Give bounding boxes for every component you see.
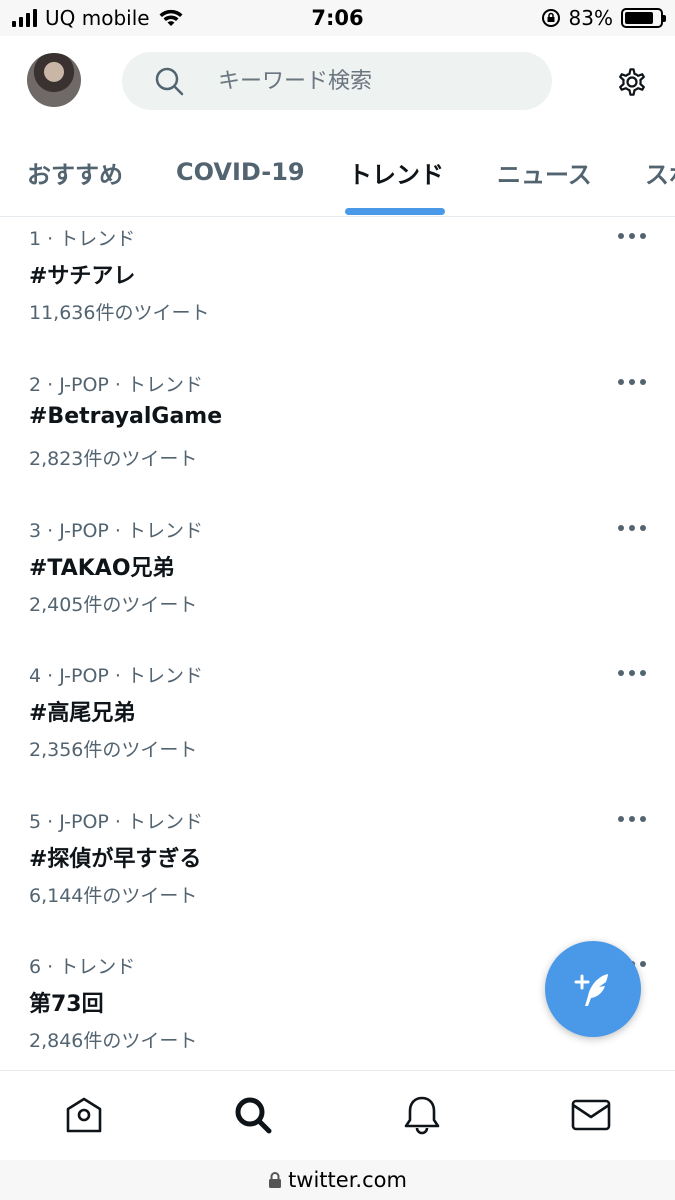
avatar[interactable] bbox=[27, 53, 81, 107]
trend-tweet-count: 2,405件のツイート bbox=[29, 594, 198, 616]
status-bar: UQ mobile 7:06 83% bbox=[0, 0, 675, 36]
url-domain: twitter.com bbox=[288, 1168, 407, 1192]
trend-name: 第73回 bbox=[29, 992, 104, 1017]
bottom-navigation bbox=[0, 1070, 675, 1160]
active-tab-indicator bbox=[345, 208, 445, 215]
search-box[interactable] bbox=[122, 52, 552, 110]
trend-meta: 3 · J-POP · トレンド bbox=[29, 520, 203, 542]
trend-name: #高尾兄弟 bbox=[29, 701, 136, 726]
lock-icon bbox=[269, 1172, 282, 1188]
trend-name: #BetrayalGame bbox=[29, 404, 223, 429]
tab-trending[interactable]: トレンド bbox=[348, 128, 444, 216]
trend-meta: 1 · トレンド bbox=[29, 228, 136, 250]
search-input[interactable] bbox=[218, 52, 518, 110]
more-options-icon[interactable] bbox=[618, 231, 646, 241]
explore-tabs: おすすめ COVID-19 トレンド ニュース スポ bbox=[0, 128, 675, 217]
trend-item[interactable]: 4 · J-POP · トレンド #高尾兄弟 2,356件のツイート bbox=[0, 655, 675, 801]
nav-notifications-button[interactable] bbox=[400, 1093, 444, 1137]
gear-icon[interactable] bbox=[614, 64, 650, 100]
battery-icon bbox=[621, 8, 666, 28]
search-icon bbox=[235, 1097, 272, 1134]
tab-recommended[interactable]: おすすめ bbox=[27, 128, 123, 216]
browser-url-bar[interactable]: twitter.com bbox=[0, 1160, 675, 1200]
trend-item[interactable]: 2 · J-POP · トレンド #BetrayalGame 2,823件のツイ… bbox=[0, 364, 675, 510]
home-icon bbox=[66, 1097, 102, 1133]
tab-sports[interactable]: スポ bbox=[645, 128, 675, 216]
trend-name: #TAKAO兄弟 bbox=[29, 556, 175, 581]
more-options-icon[interactable] bbox=[618, 523, 646, 533]
status-bar-right: 83% bbox=[541, 6, 666, 30]
top-header bbox=[0, 36, 675, 128]
trend-tweet-count: 2,356件のツイート bbox=[29, 739, 198, 761]
trend-meta: 6 · トレンド bbox=[29, 956, 136, 978]
search-icon bbox=[155, 67, 184, 96]
more-options-icon[interactable] bbox=[618, 377, 646, 387]
more-options-icon[interactable] bbox=[618, 668, 646, 678]
nav-messages-button[interactable] bbox=[569, 1093, 613, 1137]
trend-tweet-count: 2,823件のツイート bbox=[29, 448, 198, 470]
trend-name: #サチアレ bbox=[29, 264, 136, 289]
trend-meta: 5 · J-POP · トレンド bbox=[29, 811, 203, 833]
trend-tweet-count: 6,144件のツイート bbox=[29, 885, 198, 907]
compose-tweet-icon bbox=[574, 974, 608, 1006]
battery-percent: 83% bbox=[568, 6, 613, 30]
bell-icon bbox=[404, 1096, 440, 1135]
more-options-icon[interactable] bbox=[618, 814, 646, 824]
mail-icon bbox=[571, 1099, 611, 1131]
rotation-lock-icon bbox=[541, 9, 560, 27]
nav-home-button[interactable] bbox=[62, 1093, 106, 1137]
trend-tweet-count: 2,846件のツイート bbox=[29, 1030, 198, 1052]
trend-item[interactable]: 1 · トレンド #サチアレ 11,636件のツイート bbox=[0, 218, 675, 364]
nav-search-button[interactable] bbox=[231, 1093, 275, 1137]
compose-tweet-button[interactable] bbox=[545, 941, 641, 1037]
trend-item[interactable]: 3 · J-POP · トレンド #TAKAO兄弟 2,405件のツイート bbox=[0, 510, 675, 656]
trend-meta: 2 · J-POP · トレンド bbox=[29, 374, 203, 396]
trend-item[interactable]: 5 · J-POP · トレンド #探偵が早すぎる 6,144件のツイート bbox=[0, 801, 675, 947]
tab-covid19[interactable]: COVID-19 bbox=[176, 128, 305, 216]
trend-name: #探偵が早すぎる bbox=[29, 847, 202, 872]
tab-news[interactable]: ニュース bbox=[497, 128, 592, 216]
trend-meta: 4 · J-POP · トレンド bbox=[29, 665, 203, 687]
trend-tweet-count: 11,636件のツイート bbox=[29, 302, 210, 324]
